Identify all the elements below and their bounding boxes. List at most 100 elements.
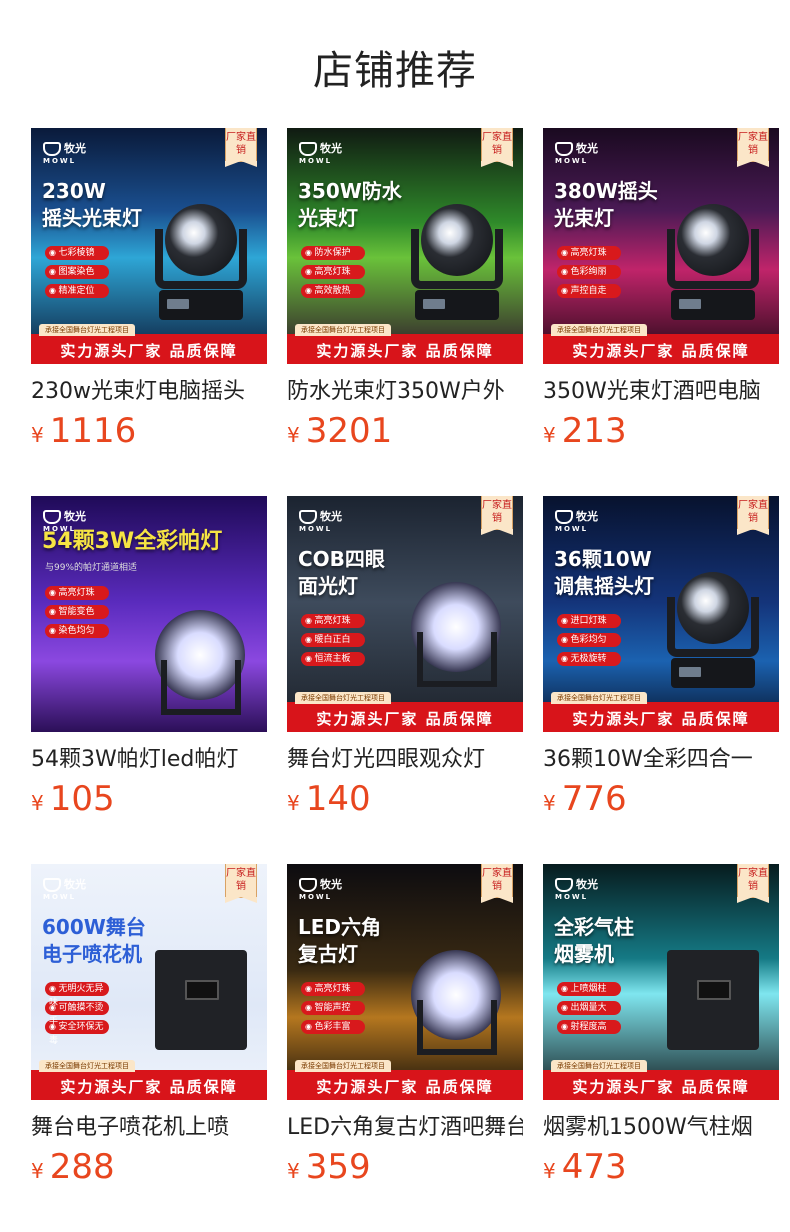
factory-direct-badge: 厂家直销 bbox=[225, 864, 257, 903]
product-device-illustration bbox=[411, 204, 503, 324]
product-title[interactable]: 舞台灯光四眼观众灯 bbox=[287, 745, 523, 775]
feature-pill: 高效散热 bbox=[301, 284, 365, 298]
price-amount: 3201 bbox=[305, 411, 393, 451]
product-card[interactable]: 牧光 MOWL 厂家直销 全彩气柱 烟雾机 上喷烟柱出烟量大射程度高 承接全国舞… bbox=[543, 864, 779, 1193]
feature-pill: 可触摸不烫手 bbox=[45, 1001, 109, 1027]
price-amount: 288 bbox=[49, 1147, 115, 1187]
product-title[interactable]: 烟雾机1500W气柱烟 bbox=[543, 1113, 779, 1143]
product-headline: 36颗10W 调焦摇头灯 bbox=[554, 547, 654, 598]
feature-list: 七彩棱镜图案染色精准定位 bbox=[45, 246, 109, 303]
price-amount: 776 bbox=[561, 779, 627, 819]
product-headline: 230W 摇头光束灯 bbox=[42, 179, 142, 230]
brand-subtitle: MOWL bbox=[299, 893, 333, 901]
brand-logo: 牧光 MOWL bbox=[43, 876, 86, 901]
brand-name: 牧光 bbox=[320, 510, 342, 523]
product-title[interactable]: 54颗3W帕灯led帕灯 bbox=[31, 745, 267, 775]
product-device-illustration bbox=[155, 600, 247, 720]
product-image[interactable]: 牧光 MOWL 厂家直销 600W舞台 电子喷花机 无明火无异味可触摸不烫手安全… bbox=[31, 864, 267, 1100]
product-headline: LED六角 复古灯 bbox=[298, 915, 382, 966]
feature-pill: 无极旋转 bbox=[557, 652, 621, 666]
factory-direct-badge: 厂家直销 bbox=[481, 496, 513, 535]
currency-symbol: ¥ bbox=[543, 1159, 556, 1183]
product-card[interactable]: 牧光 MOWL 厂家直销 36颗10W 调焦摇头灯 进口灯珠色彩均匀无极旋转 承… bbox=[543, 496, 779, 825]
product-title[interactable]: 230w光束灯电脑摇头 bbox=[31, 377, 267, 407]
price-amount: 213 bbox=[561, 411, 627, 451]
product-title[interactable]: LED六角复古灯酒吧舞台 bbox=[287, 1113, 523, 1143]
price-amount: 359 bbox=[305, 1147, 371, 1187]
product-image[interactable]: 牧光 MOWL 厂家直销 全彩气柱 烟雾机 上喷烟柱出烟量大射程度高 承接全国舞… bbox=[543, 864, 779, 1100]
feature-pill: 出烟量大 bbox=[557, 1001, 621, 1015]
feature-pill: 进口灯珠 bbox=[557, 614, 621, 628]
brand-icon bbox=[43, 510, 61, 524]
promo-text: 实力源头厂家 品质保障 bbox=[60, 342, 238, 360]
brand-name: 牧光 bbox=[320, 142, 342, 155]
feature-pill: 高亮灯珠 bbox=[45, 586, 109, 600]
promo-strip: 承接全国舞台灯光工程项目 实力源头厂家 品质保障 bbox=[287, 1060, 523, 1100]
product-card[interactable]: 牧光 MOWL 厂家直销 230W 摇头光束灯 七彩棱镜图案染色精准定位 承接全… bbox=[31, 128, 267, 457]
promo-tag: 承接全国舞台灯光工程项目 bbox=[39, 1060, 135, 1072]
product-image[interactable]: 牧光 MOWL 厂家直销 350W防水 光束灯 防水保护高亮灯珠高效散热 承接全… bbox=[287, 128, 523, 364]
product-title[interactable]: 350W光束灯酒吧电脑 bbox=[543, 377, 779, 407]
brand-name: 牧光 bbox=[64, 510, 86, 523]
product-headline: 380W摇头 光束灯 bbox=[554, 179, 658, 230]
factory-direct-badge: 厂家直销 bbox=[225, 128, 257, 167]
product-image[interactable]: 牧光 MOWL 厂家直销 230W 摇头光束灯 七彩棱镜图案染色精准定位 承接全… bbox=[31, 128, 267, 364]
product-title[interactable]: 舞台电子喷花机上喷 bbox=[31, 1113, 267, 1143]
product-card[interactable]: 牧光 MOWL 厂家直销 LED六角 复古灯 高亮灯珠智能声控色彩丰富 承接全国… bbox=[287, 864, 523, 1193]
product-device-illustration bbox=[667, 940, 759, 1060]
product-image[interactable]: 牧光 MOWL 厂家直销 COB四眼 面光灯 高亮灯珠暖白正白恒流主板 承接全国… bbox=[287, 496, 523, 732]
feature-list: 高亮灯珠暖白正白恒流主板 bbox=[301, 614, 365, 671]
promo-strip: 承接全国舞台灯光工程项目 实力源头厂家 品质保障 bbox=[31, 1060, 267, 1100]
product-image[interactable]: 牧光 MOWL 厂家直销 380W摇头 光束灯 高亮灯珠色彩绚丽声控自走 承接全… bbox=[543, 128, 779, 364]
promo-tag: 承接全国舞台灯光工程项目 bbox=[39, 324, 135, 336]
product-card[interactable]: 牧光 MOWL 厂家直销 380W摇头 光束灯 高亮灯珠色彩绚丽声控自走 承接全… bbox=[543, 128, 779, 457]
brand-icon bbox=[555, 142, 573, 156]
product-image[interactable]: 牧光 MOWL 厂家直销 LED六角 复古灯 高亮灯珠智能声控色彩丰富 承接全国… bbox=[287, 864, 523, 1100]
product-image[interactable]: 牧光 MOWL 厂家直销 36颗10W 调焦摇头灯 进口灯珠色彩均匀无极旋转 承… bbox=[543, 496, 779, 732]
product-card[interactable]: 牧光 MOWL 厂家直销 600W舞台 电子喷花机 无明火无异味可触摸不烫手安全… bbox=[31, 864, 267, 1193]
promo-strip: 承接全国舞台灯光工程项目 实力源头厂家 品质保障 bbox=[287, 692, 523, 732]
product-title[interactable]: 36颗10W全彩四合一 bbox=[543, 745, 779, 775]
promo-tag: 承接全国舞台灯光工程项目 bbox=[551, 324, 647, 336]
feature-pill: 上喷烟柱 bbox=[557, 982, 621, 996]
product-image[interactable]: 牧光 MOWL 54颗3W全彩帕灯 与99%的帕灯通道相适 高亮灯珠智能变色染色… bbox=[31, 496, 267, 732]
promo-text: 实力源头厂家 品质保障 bbox=[572, 710, 750, 728]
currency-symbol: ¥ bbox=[31, 1159, 44, 1183]
currency-symbol: ¥ bbox=[543, 791, 556, 815]
promo-text: 实力源头厂家 品质保障 bbox=[60, 1078, 238, 1096]
feature-pill: 恒流主板 bbox=[301, 652, 365, 666]
product-card[interactable]: 牧光 MOWL 厂家直销 COB四眼 面光灯 高亮灯珠暖白正白恒流主板 承接全国… bbox=[287, 496, 523, 825]
brand-icon bbox=[43, 878, 61, 892]
brand-logo: 牧光 MOWL bbox=[299, 508, 342, 533]
product-title[interactable]: 防水光束灯350W户外 bbox=[287, 377, 523, 407]
product-headline: 全彩气柱 烟雾机 bbox=[554, 915, 634, 966]
product-card[interactable]: 牧光 MOWL 54颗3W全彩帕灯 与99%的帕灯通道相适 高亮灯珠智能变色染色… bbox=[31, 496, 267, 825]
brand-icon bbox=[299, 510, 317, 524]
feature-pill: 高亮灯珠 bbox=[557, 246, 621, 260]
product-price: ¥473 bbox=[543, 1147, 779, 1193]
product-sub-caption: 与99%的帕灯通道相适 bbox=[45, 563, 138, 573]
product-price: ¥359 bbox=[287, 1147, 523, 1193]
price-amount: 105 bbox=[49, 779, 115, 819]
feature-list: 高亮灯珠智能变色染色均匀 bbox=[45, 586, 109, 643]
brand-logo: 牧光 MOWL bbox=[555, 508, 598, 533]
promo-strip: 承接全国舞台灯光工程项目 实力源头厂家 品质保障 bbox=[543, 1060, 779, 1100]
brand-name: 牧光 bbox=[576, 878, 598, 891]
factory-direct-badge: 厂家直销 bbox=[737, 128, 769, 167]
product-device-illustration bbox=[155, 940, 247, 1060]
promo-strip: 承接全国舞台灯光工程项目 实力源头厂家 品质保障 bbox=[543, 324, 779, 364]
feature-pill: 安全环保无毒 bbox=[45, 1020, 109, 1046]
product-device-illustration bbox=[411, 940, 503, 1060]
product-card[interactable]: 牧光 MOWL 厂家直销 350W防水 光束灯 防水保护高亮灯珠高效散热 承接全… bbox=[287, 128, 523, 457]
brand-subtitle: MOWL bbox=[299, 525, 333, 533]
feature-pill: 精准定位 bbox=[45, 284, 109, 298]
promo-tag: 承接全国舞台灯光工程项目 bbox=[551, 1060, 647, 1072]
brand-name: 牧光 bbox=[320, 878, 342, 891]
page-title: 店铺推荐 bbox=[313, 48, 477, 94]
feature-pill: 防水保护 bbox=[301, 246, 365, 260]
brand-name: 牧光 bbox=[576, 510, 598, 523]
product-device-illustration bbox=[667, 204, 759, 324]
feature-pill: 高亮灯珠 bbox=[301, 614, 365, 628]
brand-name: 牧光 bbox=[64, 878, 86, 891]
brand-logo: 牧光 MOWL bbox=[299, 140, 342, 165]
